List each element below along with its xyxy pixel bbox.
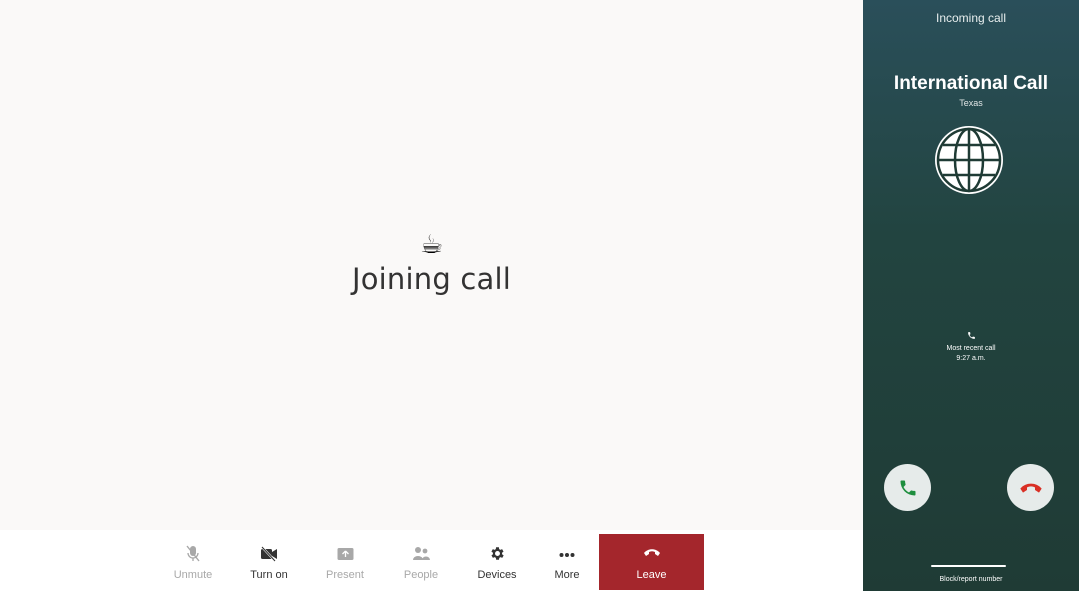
gear-icon bbox=[474, 534, 520, 562]
block-report-link[interactable]: Block/report number bbox=[863, 576, 1079, 583]
more-button[interactable]: More bbox=[544, 534, 590, 590]
more-label: More bbox=[554, 569, 580, 581]
incoming-call-panel: Incoming call International Call Texas M… bbox=[863, 0, 1079, 591]
turn-on-camera-button[interactable]: Turn on bbox=[246, 534, 292, 590]
camera-off-icon bbox=[246, 534, 292, 562]
more-dots-icon bbox=[544, 534, 590, 562]
share-screen-icon bbox=[322, 534, 368, 562]
people-icon bbox=[398, 534, 444, 562]
accept-call-button[interactable] bbox=[884, 464, 931, 511]
globe-icon bbox=[933, 124, 1005, 196]
people-label: People bbox=[403, 569, 439, 581]
turn-on-label: Turn on bbox=[250, 569, 288, 581]
phone-decline-icon bbox=[1019, 483, 1042, 493]
people-button[interactable]: People bbox=[398, 534, 444, 590]
unmute-button[interactable]: Unmute bbox=[170, 534, 216, 590]
present-label: Present bbox=[326, 569, 364, 581]
leave-button[interactable]: Leave bbox=[599, 534, 704, 590]
unmute-label: Unmute bbox=[173, 569, 213, 581]
devices-button[interactable]: Devices bbox=[474, 534, 520, 590]
devices-label: Devices bbox=[477, 569, 517, 581]
joining-call-text: Joining call bbox=[351, 262, 512, 296]
meeting-area: ☕ Joining call Unmute Turn on Present Pe… bbox=[0, 0, 863, 591]
recent-call-label: Most recent call bbox=[946, 345, 996, 352]
present-button[interactable]: Present bbox=[322, 534, 368, 590]
home-indicator bbox=[931, 565, 1006, 567]
leave-label: Leave bbox=[636, 569, 667, 581]
recent-call-info: Most recent call 9:27 a.m. bbox=[863, 331, 1079, 364]
call-toolbar: Unmute Turn on Present People Devices Mo… bbox=[0, 530, 863, 591]
hang-up-icon bbox=[599, 534, 704, 562]
caller-name: International Call bbox=[893, 73, 1049, 94]
coffee-icon: ☕ bbox=[419, 230, 444, 260]
phone-accept-icon bbox=[900, 480, 915, 495]
incoming-call-title: Incoming call bbox=[935, 11, 1007, 25]
decline-call-button[interactable] bbox=[1007, 464, 1054, 511]
caller-location: Texas bbox=[959, 98, 983, 108]
recent-call-time: 9:27 a.m. bbox=[956, 355, 986, 362]
joining-status: ☕ Joining call bbox=[0, 228, 863, 296]
phone-small-icon bbox=[863, 331, 1079, 344]
mic-off-icon bbox=[170, 534, 216, 562]
